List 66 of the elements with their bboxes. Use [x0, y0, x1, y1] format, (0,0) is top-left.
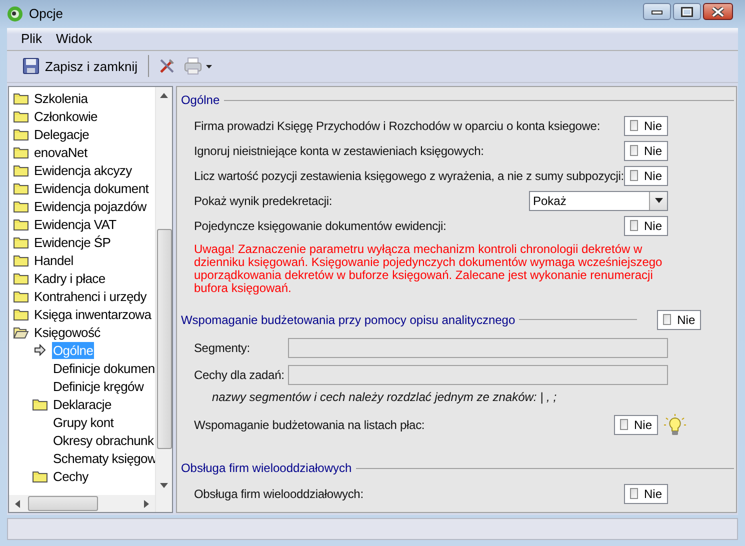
tree-item[interactable]: Deklaracje — [52, 396, 112, 413]
menu-item[interactable]: Plik — [21, 31, 42, 46]
minimize-button[interactable] — [643, 3, 671, 20]
tools-icon — [158, 57, 176, 76]
scroll-left-arrow-icon[interactable] — [15, 500, 20, 508]
maximize-button[interactable] — [673, 3, 701, 20]
app-logo-icon — [7, 6, 23, 22]
section-title: Ogólne — [180, 93, 220, 108]
checkbox[interactable]: Nie — [624, 140, 668, 161]
section-title: Wspomaganie budżetowania przy pomocy opisu analitycznego — [180, 312, 516, 327]
horizontal-scrollbar[interactable] — [9, 495, 155, 512]
arrow-icon — [34, 344, 46, 356]
tree-item[interactable]: Ewidencja VAT — [33, 216, 118, 233]
close-icon — [711, 6, 725, 17]
print-button[interactable] — [182, 55, 214, 78]
field-label: Cechy dla zadań: — [194, 368, 286, 382]
option-label: Ignoruj nieistniejące konta w zestawieniach księgowych: — [194, 144, 485, 158]
printer-icon — [184, 57, 212, 76]
caret-icon — [654, 198, 662, 204]
tree-item[interactable]: Ewidencje ŚP — [33, 234, 112, 251]
option-label: Wspomaganie budżetowania na listach płac: — [194, 418, 426, 432]
dropdown[interactable]: Pokaż — [529, 190, 668, 211]
tree-item[interactable]: enovaNet — [33, 144, 88, 161]
save-button[interactable]: Zapisz i zamknij — [19, 56, 142, 76]
tree-item[interactable]: Delegacje — [33, 126, 90, 143]
option-label: Obsługa firm wielooddziałowych: — [194, 486, 364, 501]
tree-item[interactable]: Księga inwentarzowa — [33, 306, 152, 323]
checkbox[interactable]: Nie — [624, 116, 668, 136]
close-button[interactable] — [703, 3, 733, 20]
tree-item[interactable]: Okresy obrachunk — [52, 432, 155, 449]
tree-item[interactable]: Kontrahenci i urzędy — [33, 288, 148, 305]
lightbulb-icon[interactable] — [664, 414, 686, 436]
scroll-down-arrow-icon[interactable] — [160, 483, 168, 488]
warning-text: Uwaga! Zaznaczenie parametru wyłącza mechanizm kontroli chronologii dekretów w dzienniku księgowań. Księgowanie pojedynczych dokumentów wymaga wcześniejszego uporządkowania dekretów w buforze księgowań. Zalecane jest wykonanie renumeracji bufora księgowań. — [192, 241, 664, 296]
option-label: Pojedyncze księgowanie dokumentów ewidencji: — [194, 218, 448, 233]
checkbox[interactable]: Nie — [657, 310, 702, 330]
tree-item[interactable]: Ewidencja dokument — [33, 180, 150, 197]
tree-item[interactable]: Definicje dokumen — [52, 360, 156, 377]
tree-item[interactable]: Handel — [33, 252, 74, 269]
checkbox[interactable]: Nie — [624, 484, 668, 504]
vertical-scrollbar[interactable] — [154, 87, 172, 512]
section-title: Obsługa firm wielooddziałowych — [180, 461, 352, 476]
minimize-icon — [651, 8, 663, 15]
menu-item[interactable]: Widok — [56, 31, 92, 46]
option-label: Firma prowadzi Księgę Przychodów i Rozchodów w oparciu o konta ksiegowe: — [194, 118, 602, 133]
tree-item[interactable]: Szkolenia — [33, 90, 89, 107]
scroll-right-arrow-icon[interactable] — [144, 500, 149, 508]
tree-item[interactable]: Księgowość — [33, 324, 102, 341]
window-title: Opcje — [29, 6, 63, 22]
maximize-icon — [681, 6, 693, 17]
option-label: Pokaż wynik predekretacji: — [194, 194, 334, 208]
tree-item[interactable]: Cechy — [52, 468, 90, 485]
field-label: Segmenty: — [194, 340, 251, 355]
option-label: Licz wartość pozycji zestawienia księgowego z wyrażenia, a nie z sumy subpozycji: — [194, 168, 624, 183]
checkbox[interactable]: Nie — [624, 216, 668, 236]
tree-item[interactable]: Definicje kręgów — [52, 378, 145, 395]
tree-item[interactable]: Członkowie — [33, 108, 98, 125]
tree-item[interactable]: Schematy księgow — [52, 450, 158, 467]
checkbox[interactable]: Nie — [624, 166, 668, 186]
checkbox[interactable]: Nie — [614, 414, 658, 435]
scroll-up-arrow-icon[interactable] — [160, 93, 168, 98]
tree-item[interactable]: Grupy kont — [52, 414, 115, 431]
tree-item[interactable]: Ewidencja pojazdów — [33, 198, 148, 215]
hint-text: nazwy segmentów i cech należy rozdzlać jednym ze znaków: | , ; — [210, 389, 558, 406]
tree-item[interactable]: Kadry i płace — [33, 270, 106, 287]
tree-item[interactable]: Ewidencja akcyzy — [33, 162, 133, 179]
